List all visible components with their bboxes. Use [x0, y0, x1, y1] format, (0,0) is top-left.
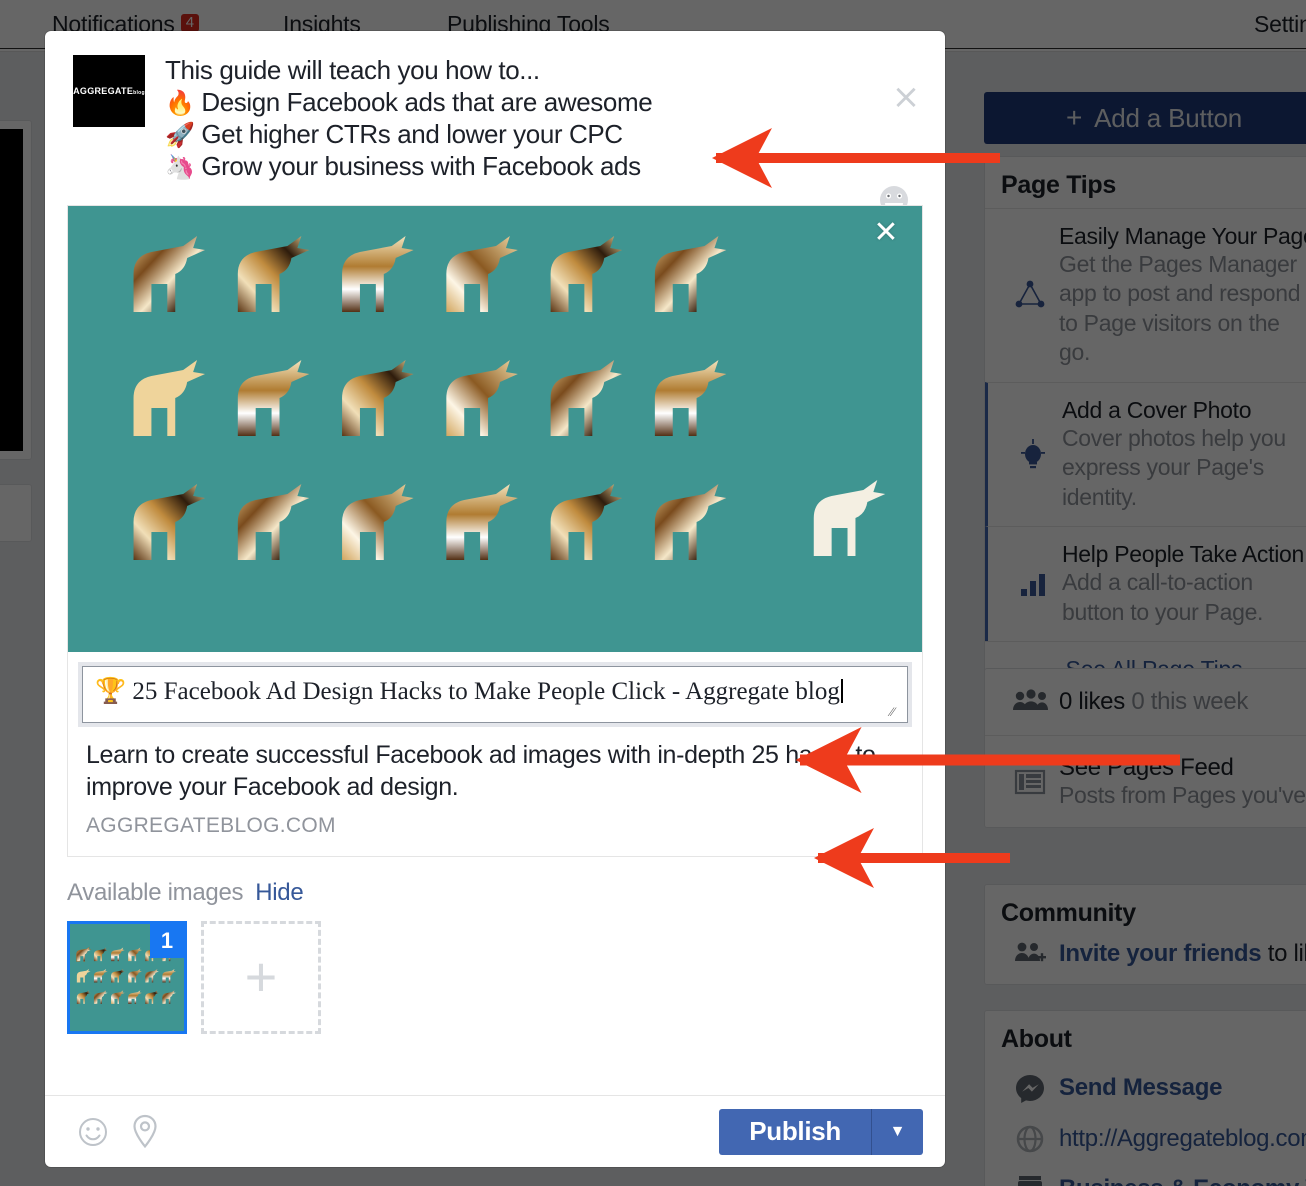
rocket-emoji: 🚀 [165, 120, 195, 149]
share-link-dialog: × AGGREGATEblog This guide will teach yo… [45, 31, 945, 1167]
avatar-brand: AGGREGATE [73, 86, 134, 96]
composer-line-2: 🔥 Design Facebook ads that are awesome [165, 87, 917, 119]
screenshot-root: Notifications4 Insights Publishing Tools… [0, 0, 1306, 1186]
publish-button[interactable]: Publish [719, 1108, 871, 1155]
composer: AGGREGATEblog This guide will teach you … [45, 31, 945, 217]
image-thumbnail-1[interactable]: 1 [67, 920, 187, 1034]
composer-line-2-text: Design Facebook ads that are awesome [201, 86, 653, 117]
composer-line-1-text: This guide will teach you how to... [165, 55, 540, 85]
link-title-input[interactable]: 🏆 25 Facebook Ad Design Hacks to Make Pe… [82, 665, 908, 723]
avatar-brand-text: AGGREGATEblog [73, 86, 145, 96]
fire-emoji: 🔥 [165, 88, 195, 117]
available-images-label: Available images [67, 878, 244, 906]
composer-line-4-text: Grow your business with Facebook ads [201, 150, 641, 181]
add-image-button[interactable]: + [201, 920, 321, 1034]
resize-handle-icon[interactable]: ⁄⁄ [890, 705, 904, 720]
link-title-field-wrap: 🏆 25 Facebook Ad Design Hacks to Make Pe… [68, 652, 922, 723]
location-pin-icon[interactable] [119, 1114, 171, 1150]
dialog-footer: Publish ▼ [45, 1095, 945, 1167]
hide-images-link[interactable]: Hide [255, 879, 303, 907]
remove-image-icon[interactable]: ✕ [868, 215, 904, 252]
thumbnail-selected-badge: 1 [150, 923, 184, 958]
available-images-list: 1 + [45, 907, 945, 1034]
publish-dropdown-icon[interactable]: ▼ [871, 1108, 923, 1155]
plus-icon: + [244, 945, 278, 1009]
link-title-value: 🏆 25 Facebook Ad Design Hacks to Make Pe… [95, 677, 840, 705]
avatar-suffix: blog [133, 90, 145, 96]
attachment-image: ✕ [68, 205, 922, 652]
avatar: AGGREGATEblog [73, 55, 145, 127]
unicorn-pattern-image [68, 205, 922, 652]
link-domain: AGGREGATEBLOG.COM [86, 813, 336, 837]
text-caret [840, 678, 843, 703]
available-images-header: Available images Hide [45, 857, 945, 907]
unicorn-emoji: 🦄 [165, 152, 195, 181]
composer-line-4: 🦄 Grow your business with Facebook ads [165, 151, 917, 183]
composer-textarea[interactable]: This guide will teach you how to... 🔥 De… [145, 55, 917, 183]
link-attachment-preview: ✕ 🏆 25 Facebook Ad Design Hacks to Make … [67, 204, 923, 857]
link-description: Learn to create successful Facebook ad i… [86, 740, 876, 802]
composer-line-3: 🚀 Get higher CTRs and lower your CPC [165, 119, 917, 151]
emoji-icon[interactable] [67, 1115, 119, 1149]
composer-line-1: This guide will teach you how to... [165, 55, 917, 87]
composer-line-3-text: Get higher CTRs and lower your CPC [201, 118, 623, 149]
